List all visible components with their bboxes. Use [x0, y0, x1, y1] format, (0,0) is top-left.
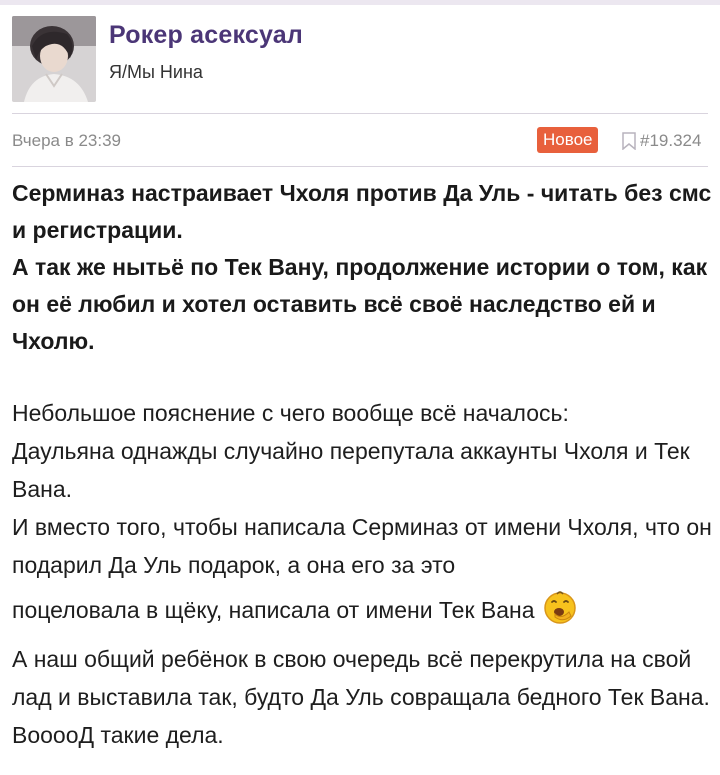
- post-meta: Вчера в 23:39 Новое #19.324: [12, 113, 708, 167]
- new-badge: Новое: [537, 127, 599, 153]
- author-header: Рокер асексуал Я/Мы Нина: [12, 16, 712, 104]
- body-paragraph: Небольшое пояснение с чего вообще всё на…: [12, 400, 569, 426]
- title-line-1: Серминаз настраивает Чхоля против Да Уль…: [12, 180, 712, 243]
- yawning-face-icon: [543, 590, 577, 640]
- title-line-2: А так же нытьё по Тек Вану, продолжение …: [12, 254, 708, 354]
- top-divider: [0, 0, 720, 5]
- author-status: Я/Мы Нина: [109, 62, 203, 82]
- body-paragraph: Даульяна однажды случайно перепутала акк…: [12, 438, 690, 502]
- post-date: Вчера в 23:39: [12, 131, 122, 150]
- body-paragraph-with-emoji: поцеловала в щёку, написала от имени Тек…: [12, 586, 717, 640]
- author-name[interactable]: Рокер асексуал: [109, 21, 303, 50]
- bookmark-icon[interactable]: [622, 132, 636, 155]
- body-paragraph: А наш общий ребёнок в свою очередь всё п…: [12, 646, 710, 710]
- body-paragraph: И вместо того, чтобы написала Серминаз о…: [12, 514, 712, 578]
- body-paragraph: поцеловала в щёку, написала от имени Тек…: [12, 597, 535, 623]
- avatar[interactable]: [12, 16, 96, 102]
- body-paragraph: ВооооД такие дела.: [12, 722, 224, 748]
- post-title: Серминаз настраивает Чхоля против Да Уль…: [12, 175, 712, 360]
- post-body: Небольшое пояснение с чего вообще всё на…: [12, 394, 717, 754]
- post-number[interactable]: #19.324: [640, 131, 701, 151]
- avatar-photo-icon: [12, 16, 96, 102]
